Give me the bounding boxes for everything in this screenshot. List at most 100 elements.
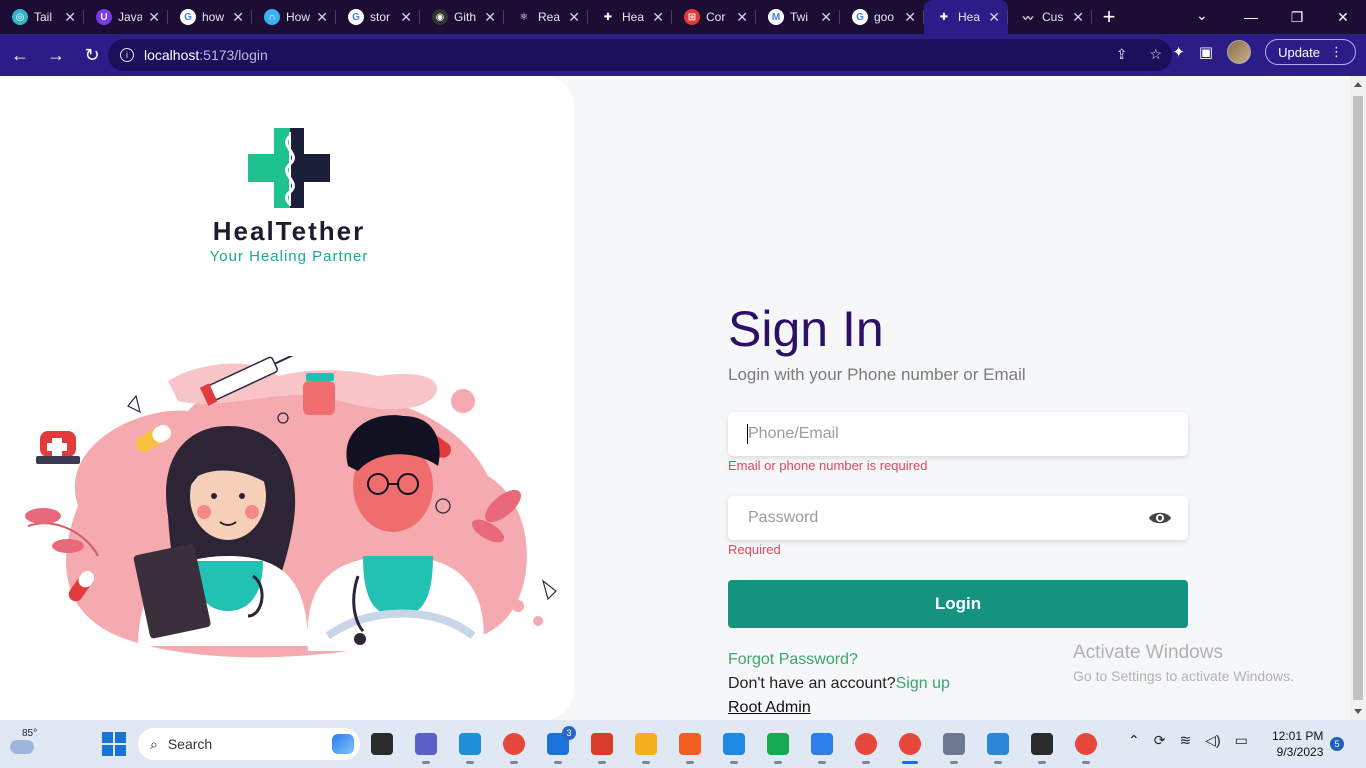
paint-app-icon[interactable] xyxy=(982,728,1014,764)
tab-close-icon[interactable]: ✕ xyxy=(148,9,160,26)
brave-app-icon[interactable] xyxy=(674,728,706,764)
browser-tab[interactable]: Gstor ✕ xyxy=(336,0,420,34)
browser-tab[interactable]: ⚛ Rea ✕ xyxy=(504,0,588,34)
settings-app-icon[interactable] xyxy=(938,728,970,764)
signup-link[interactable]: Sign up xyxy=(896,675,950,692)
clock-time: 12:01 PM xyxy=(1272,729,1324,743)
reload-icon[interactable]: ↻ xyxy=(76,39,108,71)
vscode-app-icon[interactable] xyxy=(718,728,750,764)
minimize-icon[interactable]: — xyxy=(1228,9,1274,25)
chrome-active-glyph xyxy=(899,733,921,755)
tab-close-icon[interactable]: ✕ xyxy=(568,9,580,26)
battery-icon[interactable]: ▭ xyxy=(1235,732,1248,749)
back-arrow-icon[interactable]: ← xyxy=(4,39,36,71)
tab-favicon-icon: U xyxy=(96,9,112,25)
login-button[interactable]: Login xyxy=(728,580,1188,628)
running-indicator xyxy=(422,761,430,764)
bing-icon[interactable] xyxy=(332,734,354,754)
address-bar[interactable]: i localhost:5173/login ⇪ ☆ xyxy=(108,39,1172,71)
identifier-input[interactable] xyxy=(748,425,1168,443)
show-password-eye-icon[interactable] xyxy=(1148,508,1172,528)
tray-chevron-up-icon[interactable]: ⌃ xyxy=(1128,732,1140,749)
update-button[interactable]: Update ⋮ xyxy=(1265,39,1356,65)
browser-tab[interactable]: ✚ Hea ✕ xyxy=(588,0,672,34)
forward-arrow-icon[interactable]: → xyxy=(40,39,72,71)
browser-tab[interactable]: 〰 Cus ✕ xyxy=(1008,0,1092,34)
tab-close-icon[interactable]: ✕ xyxy=(1072,9,1084,26)
root-admin-link[interactable]: Root Admin xyxy=(728,699,811,717)
mongodb-app-icon[interactable] xyxy=(762,728,794,764)
brave-glyph xyxy=(679,733,701,755)
weather-widget[interactable]: 85° xyxy=(8,728,44,760)
wps-app-icon[interactable] xyxy=(586,728,618,764)
no-account-row: Don't have an account?Sign up xyxy=(728,675,950,693)
tab-search-chevron-icon[interactable]: ⌄ xyxy=(1196,7,1208,24)
terminal-app-icon[interactable] xyxy=(1026,728,1058,764)
share-icon[interactable]: ⇪ xyxy=(1116,46,1128,63)
forgot-password-link[interactable]: Forgot Password? xyxy=(728,651,858,669)
tab-close-icon[interactable]: ✕ xyxy=(736,9,748,26)
running-indicator xyxy=(902,761,918,764)
browser-tab[interactable]: ◉ Gith ✕ xyxy=(420,0,504,34)
close-window-icon[interactable]: ✕ xyxy=(1320,9,1366,26)
notepad-app-icon[interactable] xyxy=(806,728,838,764)
chrome-app-icon[interactable] xyxy=(498,728,530,764)
chrome-active-app-icon[interactable] xyxy=(894,728,926,764)
browser-tab[interactable]: ⊞ Cor ✕ xyxy=(672,0,756,34)
notification-badge[interactable]: 5 xyxy=(1330,737,1344,751)
extensions-puzzle-icon[interactable]: ✦ xyxy=(1172,43,1185,61)
scroll-down-arrow-icon[interactable] xyxy=(1354,709,1362,714)
system-tray: ⌃ ⟳ ≋ ◁) ▭ xyxy=(1128,732,1248,749)
scroll-thumb[interactable] xyxy=(1353,96,1363,700)
scroll-up-arrow-icon[interactable] xyxy=(1354,82,1362,87)
signin-title: Sign In xyxy=(728,301,884,357)
wifi-icon[interactable]: ≋ xyxy=(1179,732,1191,749)
restore-icon[interactable]: ❐ xyxy=(1274,9,1320,26)
page-scrollbar[interactable] xyxy=(1350,76,1366,720)
bookmark-star-icon[interactable]: ☆ xyxy=(1149,46,1162,63)
side-panel-icon[interactable]: ▣ xyxy=(1199,43,1213,61)
tab-close-icon[interactable]: ✕ xyxy=(988,9,1000,26)
taskbar-search[interactable]: ⌕ Search xyxy=(138,728,360,760)
tab-close-icon[interactable]: ✕ xyxy=(232,9,244,26)
tab-close-icon[interactable]: ✕ xyxy=(484,9,496,26)
mail-badge: 3 xyxy=(562,726,576,740)
brand-tagline: Your Healing Partner xyxy=(209,248,369,265)
mail-app-icon[interactable]: 3 xyxy=(542,726,576,764)
profile-avatar[interactable] xyxy=(1227,40,1252,64)
tab-close-icon[interactable]: ✕ xyxy=(400,9,412,26)
chrome-profile-app-icon[interactable] xyxy=(850,728,882,764)
browser-tab[interactable]: ∩ How ✕ xyxy=(252,0,336,34)
login-page: HealTether Your Healing Partner Sign In … xyxy=(0,76,1350,720)
volume-icon[interactable]: ◁) xyxy=(1205,732,1220,749)
site-info-icon[interactable]: i xyxy=(120,48,134,62)
tab-close-icon[interactable]: ✕ xyxy=(316,9,328,26)
chrome-2-app-icon[interactable] xyxy=(1070,728,1102,764)
files-app-icon[interactable] xyxy=(630,728,662,764)
tab-close-icon[interactable]: ✕ xyxy=(652,9,664,26)
edge-glyph xyxy=(459,733,481,755)
meet-app-icon[interactable] xyxy=(410,728,442,764)
system-clock[interactable]: 12:01 PM 9/3/2023 xyxy=(1272,728,1323,760)
browser-tab[interactable]: U Java ✕ xyxy=(84,0,168,34)
new-tab-plus-icon[interactable]: + xyxy=(1092,0,1126,34)
browser-tab[interactable]: M Twi ✕ xyxy=(756,0,840,34)
sync-icon[interactable]: ⟳ xyxy=(1154,732,1166,749)
browser-tab[interactable]: Ggoo ✕ xyxy=(840,0,924,34)
start-windows-icon[interactable] xyxy=(102,732,126,756)
tab-separator xyxy=(1091,10,1092,24)
browser-tab[interactable]: ◎ Tail ✕ xyxy=(0,0,84,34)
tab-favicon-icon: ◎ xyxy=(12,9,28,25)
tab-close-icon[interactable]: ✕ xyxy=(820,9,832,26)
password-input[interactable] xyxy=(748,509,1168,527)
tab-close-icon[interactable]: ✕ xyxy=(64,9,76,26)
task-view-app-icon[interactable] xyxy=(366,728,398,760)
tab-close-icon[interactable]: ✕ xyxy=(904,9,916,26)
tab-title: Cus xyxy=(1042,10,1064,24)
browser-tab[interactable]: ✚ Hea ✕ xyxy=(924,0,1008,34)
more-menu-icon[interactable]: ⋮ xyxy=(1330,44,1343,60)
edge-app-icon[interactable] xyxy=(454,728,486,764)
browser-tab[interactable]: Ghow ✕ xyxy=(168,0,252,34)
running-indicator xyxy=(730,761,738,764)
running-indicator xyxy=(1038,761,1046,764)
